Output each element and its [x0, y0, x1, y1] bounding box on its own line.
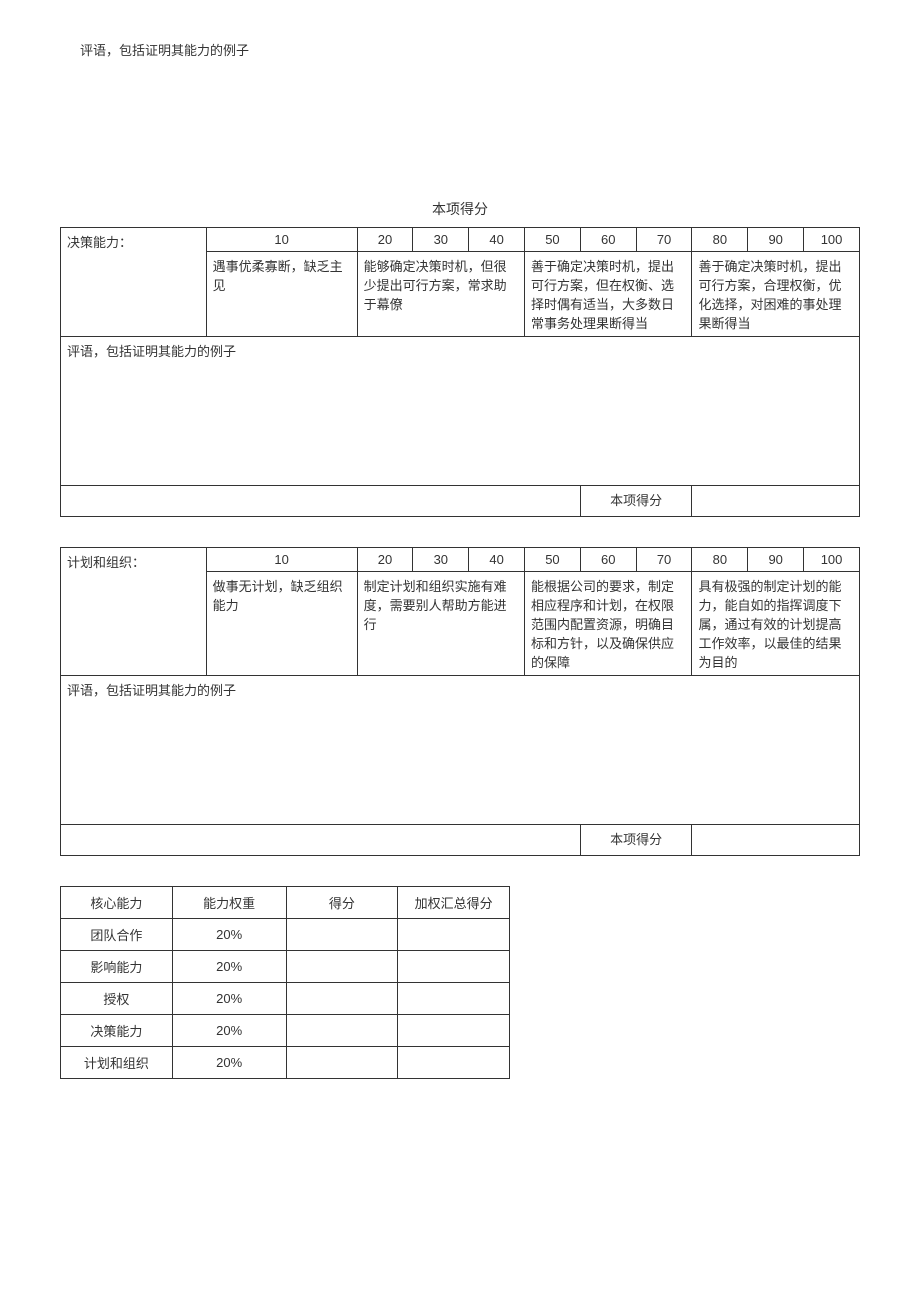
summary-weighted-4[interactable]	[398, 1047, 510, 1079]
score-80: 80	[692, 548, 748, 572]
summary-weight-3: 20%	[172, 1015, 286, 1047]
score-50: 50	[525, 548, 581, 572]
score-70: 70	[636, 548, 692, 572]
summary-weight-2: 20%	[172, 983, 286, 1015]
section2-level-4: 具有极强的制定计划的能力，能自如的指挥调度下属，通过有效的计划提高工作效率，以最…	[692, 572, 860, 676]
summary-score-4[interactable]	[286, 1047, 398, 1079]
score-50: 50	[525, 228, 581, 252]
summary-row-2: 授权 20%	[61, 983, 510, 1015]
score-40: 40	[469, 548, 525, 572]
summary-weight-1: 20%	[172, 951, 286, 983]
score-30: 30	[413, 548, 469, 572]
plan-org-table: 计划和组织： 10 20 30 40 50 60 70 80 90 100 做事…	[60, 547, 860, 856]
top-comment-label: 评语，包括证明其能力的例子	[80, 40, 860, 59]
summary-name-3: 决策能力	[61, 1015, 173, 1047]
summary-score-1[interactable]	[286, 951, 398, 983]
summary-header-row: 核心能力 能力权重 得分 加权汇总得分	[61, 887, 510, 919]
score-60: 60	[580, 228, 636, 252]
summary-h1: 核心能力	[61, 887, 173, 919]
score-value[interactable]	[692, 825, 860, 856]
comment-row: 评语，包括证明其能力的例子	[61, 337, 860, 486]
score-100: 100	[804, 548, 860, 572]
comment-label: 评语，包括证明其能力的例子	[61, 676, 860, 825]
summary-h3: 得分	[286, 887, 398, 919]
summary-weighted-0[interactable]	[398, 919, 510, 951]
section1-level-2: 能够确定决策时机，但很少提出可行方案，常求助于幕僚	[357, 252, 524, 337]
summary-score-2[interactable]	[286, 983, 398, 1015]
score-90: 90	[748, 228, 804, 252]
summary-score-0[interactable]	[286, 919, 398, 951]
score-30: 30	[413, 228, 469, 252]
section2-title: 计划和组织：	[61, 548, 207, 676]
summary-name-4: 计划和组织	[61, 1047, 173, 1079]
summary-weighted-1[interactable]	[398, 951, 510, 983]
summary-row-0: 团队合作 20%	[61, 919, 510, 951]
score-10: 10	[206, 548, 357, 572]
summary-table: 核心能力 能力权重 得分 加权汇总得分 团队合作 20% 影响能力 20% 授权…	[60, 886, 510, 1079]
section1-level-3: 善于确定决策时机，提出可行方案，但在权衡、选择时偶有适当，大多数日常事务处理果断…	[525, 252, 692, 337]
score-result-row: 本项得分	[61, 825, 860, 856]
summary-weighted-3[interactable]	[398, 1015, 510, 1047]
score-70: 70	[636, 228, 692, 252]
score-90: 90	[748, 548, 804, 572]
summary-h2: 能力权重	[172, 887, 286, 919]
section2-level-1: 做事无计划，缺乏组织能力	[206, 572, 357, 676]
score-label: 本项得分	[580, 486, 692, 517]
summary-name-0: 团队合作	[61, 919, 173, 951]
summary-name-2: 授权	[61, 983, 173, 1015]
score-20: 20	[357, 548, 413, 572]
comment-row: 评语，包括证明其能力的例子	[61, 676, 860, 825]
score-result-row: 本项得分	[61, 486, 860, 517]
summary-weighted-2[interactable]	[398, 983, 510, 1015]
score-60: 60	[580, 548, 636, 572]
comment-label: 评语，包括证明其能力的例子	[61, 337, 637, 486]
decision-ability-table: 决策能力： 10 20 30 40 50 60 70 80 90 100 遇事优…	[60, 227, 860, 517]
section2-level-2: 制定计划和组织实施有难度，需要别人帮助方能进行	[357, 572, 524, 676]
summary-name-1: 影响能力	[61, 951, 173, 983]
score-blank	[61, 486, 581, 517]
summary-score-3[interactable]	[286, 1015, 398, 1047]
summary-row-1: 影响能力 20%	[61, 951, 510, 983]
score-label: 本项得分	[580, 825, 692, 856]
score-header-row: 决策能力： 10 20 30 40 50 60 70 80 90 100	[61, 228, 860, 252]
section1-title: 决策能力：	[61, 228, 207, 337]
summary-row-4: 计划和组织 20%	[61, 1047, 510, 1079]
summary-h4: 加权汇总得分	[398, 887, 510, 919]
score-header: 本项得分	[60, 199, 860, 219]
section1-level-4: 善于确定决策时机，提出可行方案，合理权衡，优化选择，对困难的事处理果断得当	[692, 252, 860, 337]
score-header-row: 计划和组织： 10 20 30 40 50 60 70 80 90 100	[61, 548, 860, 572]
section1-level-1: 遇事优柔寡断，缺乏主见	[206, 252, 357, 337]
summary-weight-4: 20%	[172, 1047, 286, 1079]
summary-weight-0: 20%	[172, 919, 286, 951]
comment-area[interactable]	[636, 337, 859, 486]
score-value[interactable]	[692, 486, 860, 517]
score-blank	[61, 825, 581, 856]
score-10: 10	[206, 228, 357, 252]
section2-level-3: 能根据公司的要求，制定相应程序和计划，在权限范围内配置资源，明确目标和方针，以及…	[525, 572, 692, 676]
summary-row-3: 决策能力 20%	[61, 1015, 510, 1047]
score-40: 40	[469, 228, 525, 252]
score-100: 100	[804, 228, 860, 252]
score-80: 80	[692, 228, 748, 252]
score-20: 20	[357, 228, 413, 252]
